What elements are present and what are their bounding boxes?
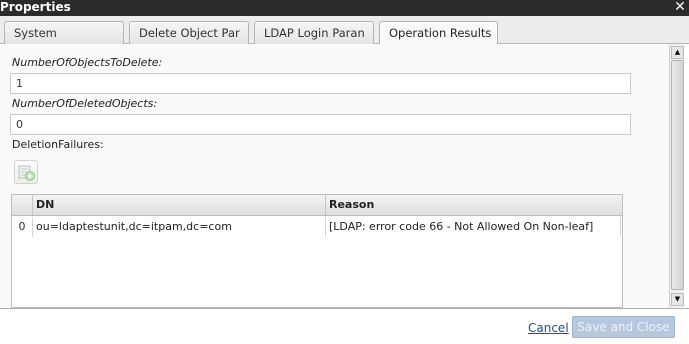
scrollbar-thumb[interactable] [671,60,684,290]
deleted-objects-field[interactable]: 0 [10,114,631,135]
table-header: DN Reason [12,195,622,216]
title-bar: Properties ✕ [0,0,689,16]
tab-delete-object-parameters[interactable]: Delete Object Par [129,21,249,44]
row-index: 0 [12,217,33,237]
table-row[interactable]: 0 ou=ldaptestunit,dc=itpam,dc=com [LDAP:… [12,217,622,237]
column-header-reason[interactable]: Reason [327,195,619,215]
deleted-objects-label: NumberOfDeletedObjects: [12,97,158,110]
column-header-dn[interactable]: DN [34,195,326,215]
dn-cell[interactable]: ou=ldaptestunit,dc=itpam,dc=com [34,217,326,237]
add-row-button[interactable] [14,160,38,184]
close-icon[interactable]: ✕ [673,0,687,15]
window-title: Properties [0,0,71,14]
objects-to-delete-field[interactable]: 1 [10,73,631,94]
tab-strip: System Delete Object Par LDAP Login Para… [0,16,689,45]
scroll-up-icon[interactable]: ▲ [671,46,684,59]
deletion-failures-label: DeletionFailures: [12,138,104,151]
dialog-footer: Cancel Save and Close [0,309,689,344]
add-row-icon [18,165,35,181]
objects-to-delete-label: NumberOfObjectsToDelete: [12,56,163,69]
tab-operation-results[interactable]: Operation Results [379,21,498,45]
vertical-scrollbar[interactable]: ▲ ▼ [669,44,684,308]
cancel-link[interactable]: Cancel [528,321,569,335]
scroll-down-icon[interactable]: ▼ [671,293,684,306]
operation-results-panel: NumberOfObjectsToDelete: 1 NumberOfDelet… [0,44,669,308]
row-index-header [12,195,33,215]
reason-cell[interactable]: [LDAP: error code 66 - Not Allowed On No… [327,217,621,237]
tab-ldap-login-parameters[interactable]: LDAP Login Paran [254,21,374,44]
tab-system[interactable]: System [4,21,124,44]
save-and-close-button[interactable]: Save and Close [572,316,675,338]
deletion-failures-table: DN Reason 0 ou=ldaptestunit,dc=itpam,dc=… [11,194,623,308]
